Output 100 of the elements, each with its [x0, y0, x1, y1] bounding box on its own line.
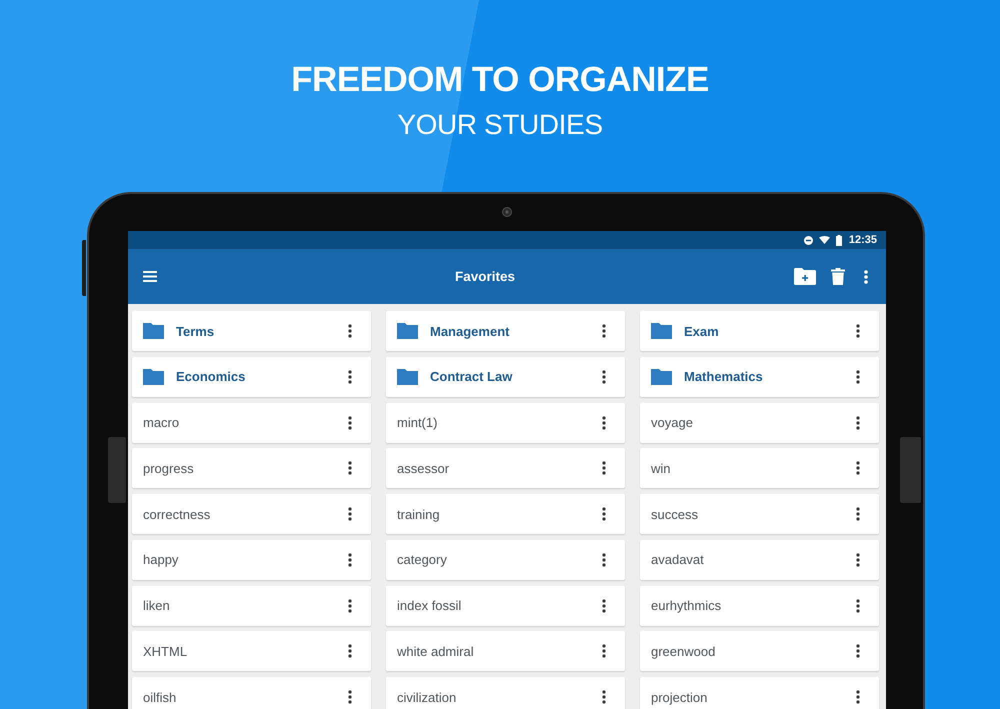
speaker-slot: [900, 437, 921, 503]
file-name: civilization: [397, 690, 456, 704]
file-name: index fossil: [397, 598, 462, 613]
more-icon: [856, 507, 860, 521]
folder-name: Contract Law: [430, 369, 512, 384]
menu-button[interactable]: [143, 271, 157, 282]
delete-button[interactable]: [831, 268, 845, 285]
folder-icon: [397, 323, 418, 339]
folder-icon: [397, 368, 418, 385]
trash-icon: [831, 268, 845, 285]
folder-card[interactable]: Management: [386, 311, 625, 351]
more-icon: [856, 552, 860, 567]
file-card[interactable]: progress: [132, 448, 371, 488]
more-icon: [348, 461, 352, 476]
folder-name: Terms: [176, 324, 214, 338]
file-name: win: [651, 460, 671, 476]
file-card[interactable]: oilfish: [132, 677, 371, 709]
more-icon: [856, 644, 860, 658]
folder-card[interactable]: Terms: [132, 311, 371, 351]
do-not-disturb-icon: [804, 236, 813, 244]
folder-card[interactable]: Exam: [640, 311, 879, 351]
more-icon: [348, 598, 352, 612]
folder-icon: [651, 323, 672, 339]
more-icon: [602, 552, 606, 567]
folder-name: Management: [430, 324, 510, 338]
more-icon: [602, 507, 606, 521]
more-icon: [864, 270, 868, 284]
more-icon: [602, 690, 606, 704]
folder-card[interactable]: Contract Law: [386, 356, 625, 397]
battery-icon: [836, 234, 842, 246]
file-name: XHTML: [143, 644, 188, 659]
file-name: eurhythmics: [651, 598, 722, 613]
file-name: success: [651, 506, 698, 522]
more-icon: [348, 507, 352, 521]
folder-icon: [143, 368, 164, 385]
file-card[interactable]: voyage: [640, 402, 879, 442]
file-card[interactable]: training: [386, 494, 625, 534]
file-card[interactable]: projection: [640, 677, 879, 709]
file-card[interactable]: civilization: [386, 677, 625, 709]
more-icon: [856, 416, 860, 430]
more-icon: [602, 370, 606, 384]
speaker-slot: [108, 437, 126, 503]
file-card[interactable]: mint(1): [386, 402, 625, 442]
more-icon: [348, 416, 352, 430]
file-card[interactable]: liken: [132, 586, 371, 626]
menu-icon: [143, 271, 157, 282]
folder-card[interactable]: Mathematics: [640, 356, 879, 397]
file-name: liken: [143, 598, 170, 613]
folder-icon: [143, 323, 164, 339]
new-folder-button[interactable]: [794, 268, 816, 285]
file-card[interactable]: category: [386, 540, 625, 580]
folder-name: Mathematics: [684, 369, 763, 384]
more-icon: [856, 324, 860, 338]
app-title: Favorites: [454, 269, 516, 284]
file-card[interactable]: avadavat: [640, 540, 879, 580]
file-card[interactable]: assessor: [386, 448, 625, 488]
file-card[interactable]: XHTML: [132, 631, 371, 672]
file-card[interactable]: macro: [132, 402, 371, 442]
frame-side-strip: [82, 240, 86, 296]
more-icon: [348, 690, 352, 704]
more-button[interactable]: [864, 270, 868, 284]
folder-icon: [651, 368, 672, 385]
file-name: category: [397, 552, 447, 568]
file-card[interactable]: happy: [132, 540, 371, 580]
file-name: correctness: [143, 506, 210, 522]
file-name: macro: [143, 415, 180, 430]
more-icon: [348, 370, 352, 384]
file-card[interactable]: correctness: [132, 494, 371, 534]
file-name: greenwood: [651, 644, 716, 659]
headline: FREEDOM TO ORGANIZE: [291, 60, 709, 100]
file-name: projection: [651, 690, 708, 704]
file-name: oilfish: [143, 690, 176, 704]
folder-card[interactable]: Economics: [132, 356, 371, 397]
folder-name: Exam: [684, 324, 719, 338]
file-name: white admiral: [397, 644, 474, 659]
more-icon: [348, 644, 352, 658]
subheadline: YOUR STUDIES: [397, 109, 603, 141]
more-icon: [602, 461, 606, 476]
file-card[interactable]: white admiral: [386, 631, 625, 672]
file-card[interactable]: index fossil: [386, 586, 625, 626]
more-icon: [348, 324, 352, 338]
file-name: progress: [143, 460, 194, 476]
file-card[interactable]: eurhythmics: [640, 586, 879, 626]
file-name: assessor: [397, 460, 450, 476]
more-icon: [602, 416, 606, 430]
clock-time: 12:35: [848, 234, 877, 246]
camera-icon: [502, 207, 512, 217]
more-icon: [602, 644, 606, 658]
file-name: voyage: [651, 415, 693, 430]
file-card[interactable]: win: [640, 448, 879, 488]
file-name: mint(1): [397, 415, 438, 430]
file-name: training: [397, 506, 440, 522]
more-icon: [348, 552, 352, 567]
more-icon: [856, 370, 860, 384]
file-card[interactable]: greenwood: [640, 631, 879, 672]
more-icon: [602, 324, 606, 338]
more-icon: [856, 461, 860, 476]
file-card[interactable]: success: [640, 494, 879, 534]
more-icon: [856, 598, 860, 612]
file-name: avadavat: [651, 552, 704, 568]
